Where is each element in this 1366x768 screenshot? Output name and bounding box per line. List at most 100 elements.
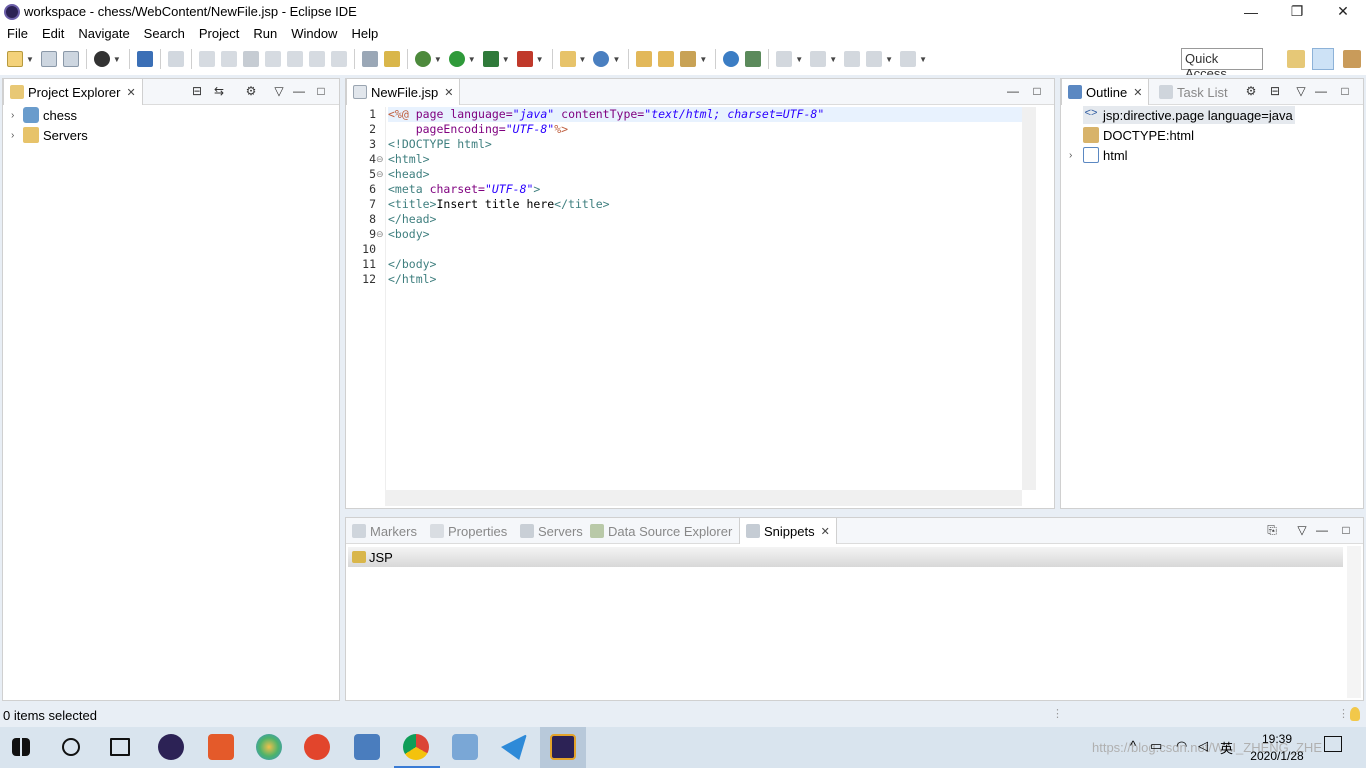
toggle-ant-icon[interactable] — [745, 51, 762, 67]
outline-item-directive[interactable]: <> jsp:directive.page language=java — [1083, 106, 1295, 124]
java-ee-perspective-icon[interactable] — [1312, 48, 1334, 70]
maximize-icon[interactable]: □ — [1337, 84, 1353, 98]
minimize-button[interactable]: — — [1228, 0, 1274, 23]
link-editor-icon[interactable]: ⇆ — [211, 84, 227, 98]
ime-indicator[interactable]: 英 — [1220, 738, 1233, 757]
step-over-icon[interactable] — [308, 51, 325, 67]
skip-breakpoints-icon[interactable] — [167, 51, 184, 67]
chevron-down-icon[interactable]: ▽ — [271, 84, 287, 98]
wifi-icon[interactable]: ◠ — [1176, 738, 1187, 754]
run-server-icon[interactable] — [482, 51, 499, 67]
chevron-down-icon[interactable]: ▼ — [434, 55, 442, 64]
tab-project-explorer[interactable]: Project Explorer ✕ — [3, 79, 143, 105]
search-icon[interactable] — [62, 738, 80, 756]
suspend-icon[interactable] — [220, 51, 237, 67]
search-tool-icon[interactable] — [680, 51, 697, 67]
outline-item-doctype[interactable]: DOCTYPE:html — [1083, 126, 1194, 144]
chevron-down-icon[interactable]: ▼ — [699, 55, 707, 64]
code-line[interactable]: <meta charset="UTF-8"> — [388, 182, 540, 197]
vertical-scrollbar[interactable] — [1347, 546, 1361, 698]
last-edit-icon[interactable] — [844, 51, 861, 67]
tab-servers[interactable]: Servers — [514, 518, 589, 544]
chevron-down-icon[interactable]: ▼ — [885, 55, 893, 64]
code-line[interactable]: </head> — [388, 212, 436, 227]
chevron-down-icon[interactable]: ▽ — [1293, 84, 1309, 98]
chevron-down-icon[interactable]: ▼ — [26, 55, 34, 64]
menu-window[interactable]: Window — [284, 26, 344, 41]
next-annotation-icon[interactable] — [776, 51, 793, 67]
browser-icon[interactable] — [304, 734, 330, 760]
minimize-icon[interactable]: — — [1314, 523, 1330, 537]
run-icon[interactable] — [448, 51, 465, 67]
tree-item-chess[interactable]: › chess — [11, 106, 77, 124]
clock[interactable]: 19:39 2020/1/28 — [1246, 731, 1308, 765]
open-task-icon[interactable] — [658, 51, 675, 67]
notification-icon[interactable] — [1324, 736, 1342, 752]
menu-search[interactable]: Search — [137, 26, 192, 41]
save-all-icon[interactable] — [62, 51, 79, 67]
chevron-down-icon[interactable]: ▼ — [579, 55, 587, 64]
tab-markers[interactable]: Markers — [346, 518, 423, 544]
windows-start-icon[interactable] — [12, 738, 30, 756]
horizontal-scrollbar[interactable] — [385, 490, 1022, 506]
close-button[interactable]: ✕ — [1320, 0, 1366, 23]
vertical-scrollbar[interactable] — [1022, 107, 1036, 490]
code-line[interactable]: <html> — [388, 152, 430, 167]
prev-annotation-icon[interactable] — [810, 51, 827, 67]
maximize-icon[interactable]: □ — [1029, 84, 1045, 98]
chevron-down-icon[interactable]: ▼ — [829, 55, 837, 64]
code-line[interactable]: </body> — [388, 257, 436, 272]
tree-item-servers[interactable]: › Servers — [11, 126, 88, 144]
chevron-down-icon[interactable]: ▼ — [468, 55, 476, 64]
minimize-icon[interactable]: — — [1005, 84, 1021, 98]
lightbulb-icon[interactable] — [1350, 707, 1360, 721]
app-icon[interactable] — [256, 734, 282, 760]
toggle-mark-icon[interactable] — [383, 51, 400, 67]
menu-help[interactable]: Help — [344, 26, 385, 41]
collapse-all-icon[interactable]: ⊟ — [1267, 84, 1283, 98]
chevron-down-icon[interactable]: ▼ — [113, 55, 121, 64]
new-icon[interactable] — [7, 51, 23, 67]
chevron-down-icon[interactable]: ▼ — [795, 55, 803, 64]
minimize-icon[interactable]: — — [1313, 84, 1329, 98]
code-line[interactable]: <title>Insert title here</title> — [388, 197, 610, 212]
close-icon[interactable]: ✕ — [444, 86, 453, 99]
hbuilder-icon[interactable] — [208, 734, 234, 760]
snippet-drawer-jsp[interactable]: JSP — [348, 547, 1343, 567]
tab-newfile-jsp[interactable]: NewFile.jsp ✕ — [346, 79, 461, 105]
chrome-icon[interactable] — [403, 734, 429, 760]
disconnect-icon[interactable] — [264, 51, 281, 67]
resume-icon[interactable] — [198, 51, 215, 67]
chevron-down-icon[interactable]: ▽ — [1294, 523, 1310, 537]
tab-snippets[interactable]: Snippets ✕ — [739, 518, 837, 544]
chevron-down-icon[interactable]: ▼ — [502, 55, 510, 64]
debug-icon[interactable] — [414, 51, 431, 67]
tab-task-list[interactable]: Task List — [1153, 79, 1234, 105]
search-tool-icon[interactable] — [452, 734, 478, 760]
new-class-icon[interactable] — [593, 51, 610, 67]
external-tools-icon[interactable] — [516, 51, 533, 67]
menu-navigate[interactable]: Navigate — [71, 26, 136, 41]
close-icon[interactable]: ✕ — [821, 525, 830, 538]
tab-outline[interactable]: Outline ✕ — [1061, 79, 1150, 105]
view-menu-icon[interactable]: ⚙ — [1243, 84, 1259, 98]
code-line[interactable]: <%@ page language="java" contentType="te… — [388, 107, 1022, 122]
close-icon[interactable]: ✕ — [1133, 86, 1142, 99]
terminal-icon[interactable] — [136, 51, 153, 67]
terminate-icon[interactable] — [242, 51, 259, 67]
chevron-right-icon[interactable]: › — [11, 110, 23, 121]
forward-icon[interactable] — [900, 51, 917, 67]
code-line[interactable]: <body> — [388, 227, 430, 242]
back-icon[interactable] — [866, 51, 883, 67]
quick-access-input[interactable]: Quick Access — [1181, 48, 1263, 81]
chevron-down-icon[interactable]: ▼ — [612, 55, 620, 64]
fold-icon[interactable]: ⊖ — [376, 167, 384, 182]
fold-icon[interactable]: ⊖ — [376, 152, 384, 167]
chevron-right-icon[interactable]: › — [1069, 150, 1083, 161]
code-line[interactable]: pageEncoding="UTF-8"%> — [388, 122, 568, 137]
view-menu-icon[interactable]: ⚙ — [243, 84, 259, 98]
eclipse-taskbar-icon[interactable] — [158, 734, 184, 760]
tab-data-source-explorer[interactable]: Data Source Explorer — [584, 518, 738, 544]
step-return-icon[interactable] — [330, 51, 347, 67]
maximize-button[interactable]: ❐ — [1274, 0, 1320, 23]
